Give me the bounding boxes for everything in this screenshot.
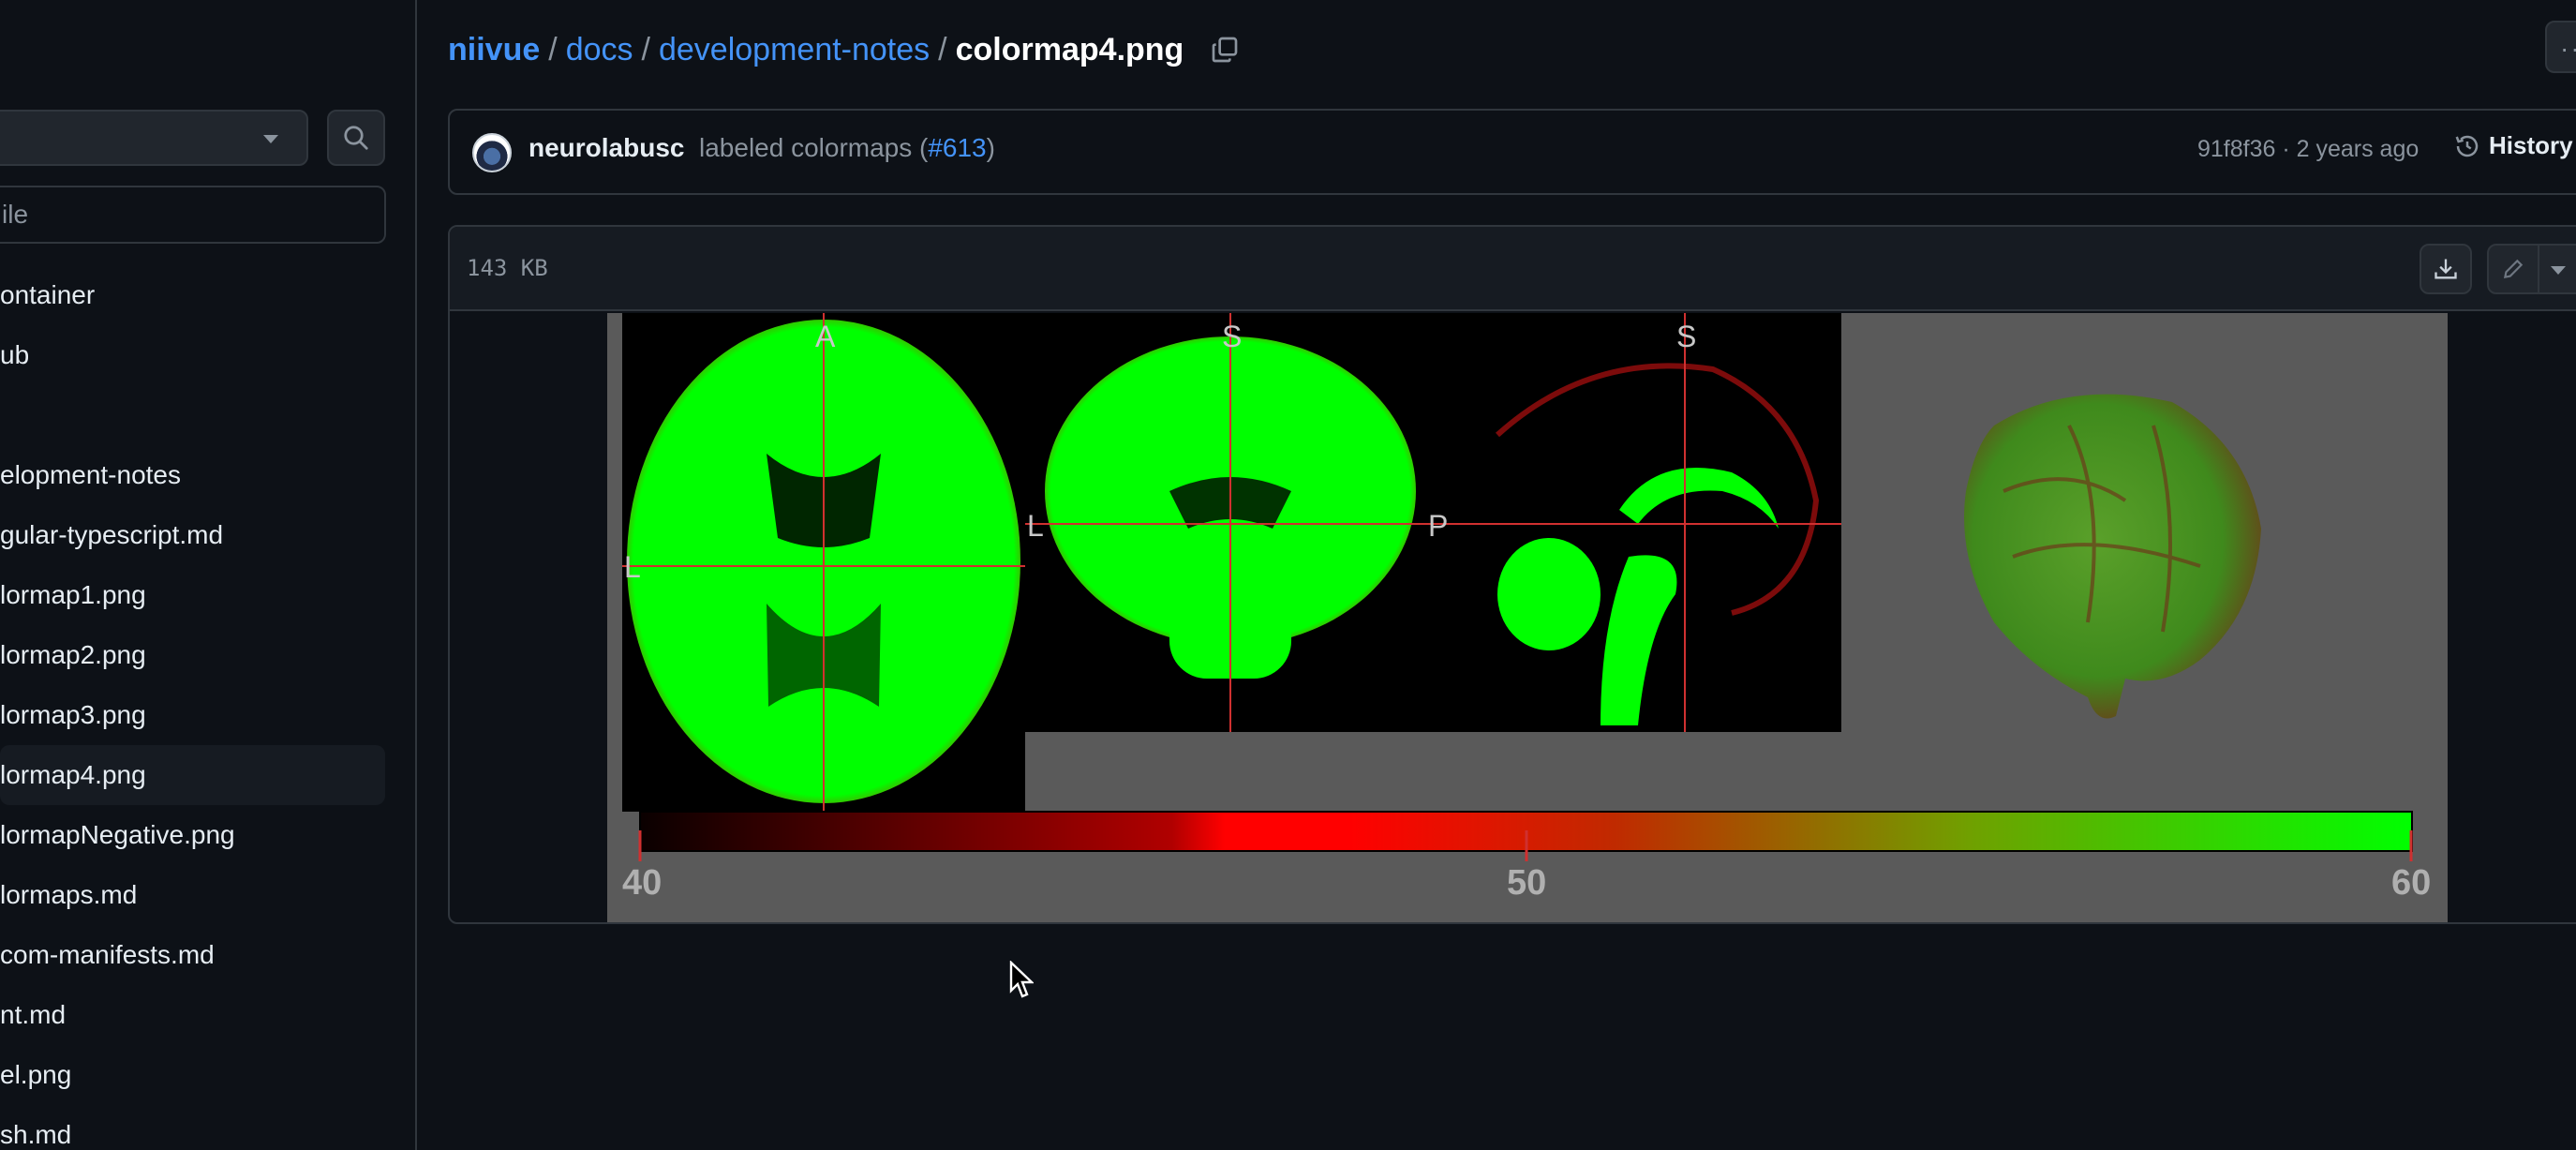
- avatar[interactable]: [472, 133, 512, 172]
- commit-message-suffix: ): [986, 133, 995, 162]
- tree-item[interactable]: lormaps.md: [0, 865, 385, 925]
- latest-commit-bar: neurolabusc labeled colormaps (#613) 91f…: [448, 109, 2576, 195]
- tree-item[interactable]: com-manifests.md: [0, 925, 385, 985]
- file-tree: ontainer ub elopment-notes gular-typescr…: [0, 265, 415, 1150]
- coronal-label-left: L: [1027, 509, 1044, 543]
- tree-item[interactable]: gular-typescript.md: [0, 505, 385, 565]
- image-preview: A L S L S P 40 50 60: [607, 313, 2448, 922]
- commit-message[interactable]: labeled colormaps (#613): [699, 133, 995, 163]
- mouse-cursor-icon: [1009, 961, 1034, 998]
- render-3d: [1964, 394, 2261, 719]
- edit-button[interactable]: [2487, 244, 2539, 294]
- tree-item[interactable]: sh.md: [0, 1105, 385, 1150]
- copy-icon: [1212, 37, 1238, 63]
- axial-slice: A L: [622, 313, 1025, 812]
- kebab-icon: ··: [2560, 34, 2576, 63]
- coronal-label-top: S: [1222, 320, 1242, 353]
- breadcrumb-separator: /: [641, 32, 650, 67]
- file-header: 143 KB: [450, 227, 2576, 311]
- search-button[interactable]: [327, 110, 385, 166]
- commit-sha-and-date[interactable]: 91f8f36 · 2 years ago: [2197, 136, 2419, 163]
- sagittal-slice: S P: [1428, 313, 1841, 732]
- tree-item[interactable]: lormap2.png: [0, 625, 385, 685]
- axial-label-top: A: [815, 320, 836, 353]
- tree-item[interactable]: nt.md: [0, 985, 385, 1045]
- tree-item[interactable]: elopment-notes: [0, 445, 385, 505]
- tree-item-active[interactable]: lormap4.png: [0, 745, 385, 805]
- download-icon: [2435, 259, 2457, 279]
- more-options-button[interactable]: ··: [2545, 21, 2576, 73]
- commit-author-link[interactable]: neurolabusc: [529, 133, 684, 163]
- history-button[interactable]: History: [2453, 131, 2573, 160]
- coronal-slice: S L: [1025, 313, 1437, 732]
- tree-item[interactable]: ub: [0, 325, 385, 385]
- history-icon: [2455, 135, 2479, 157]
- colorbar-tick: 40: [622, 863, 662, 903]
- go-to-file-input[interactable]: [0, 186, 386, 244]
- chevron-down-icon: [263, 135, 278, 143]
- sagittal-label-left: P: [1428, 509, 1448, 543]
- tree-item[interactable]: el.png: [0, 1045, 385, 1105]
- file-tree-sidebar: ontainer ub elopment-notes gular-typescr…: [0, 0, 417, 1150]
- tree-item[interactable]: ontainer: [0, 265, 385, 325]
- tree-item[interactable]: lormap1.png: [0, 565, 385, 625]
- download-button[interactable]: [2420, 244, 2472, 294]
- breadcrumb-development-notes-link[interactable]: development-notes: [659, 26, 930, 73]
- breadcrumb-separator: /: [938, 32, 947, 67]
- pencil-icon: [2503, 259, 2524, 279]
- sagittal-cerebellum: [1497, 538, 1601, 650]
- file-viewer: 143 KB A L S L S P 40 50 60: [448, 225, 2576, 924]
- commit-message-text: labeled colormaps (: [699, 133, 929, 162]
- breadcrumb: niivue / docs / development-notes / colo…: [448, 26, 1240, 73]
- branch-select[interactable]: [0, 110, 308, 166]
- sagittal-label-top: S: [1676, 320, 1696, 353]
- colormap-image: A L S L S P 40 50 60: [622, 313, 2431, 903]
- tree-item[interactable]: lormap3.png: [0, 685, 385, 745]
- file-size: 143 KB: [467, 255, 548, 281]
- colorbar-tick: 50: [1507, 863, 1546, 903]
- colorbar: 40 50 60: [622, 811, 2431, 903]
- breadcrumb-docs-link[interactable]: docs: [566, 26, 633, 73]
- history-label: History: [2489, 131, 2573, 159]
- copy-path-button[interactable]: [1210, 35, 1240, 65]
- colorbar-tick: 60: [2391, 863, 2431, 903]
- breadcrumb-repo-link[interactable]: niivue: [448, 26, 540, 73]
- edit-options-button[interactable]: [2539, 244, 2576, 294]
- chevron-down-icon: [2551, 266, 2566, 275]
- commit-pr-link[interactable]: #613: [928, 133, 986, 162]
- breadcrumb-current-file: colormap4.png: [955, 32, 1184, 67]
- tree-item[interactable]: [0, 385, 385, 445]
- tree-item[interactable]: lormapNegative.png: [0, 805, 385, 865]
- axial-label-left: L: [624, 550, 641, 584]
- breadcrumb-separator: /: [548, 32, 558, 67]
- search-icon: [344, 126, 368, 150]
